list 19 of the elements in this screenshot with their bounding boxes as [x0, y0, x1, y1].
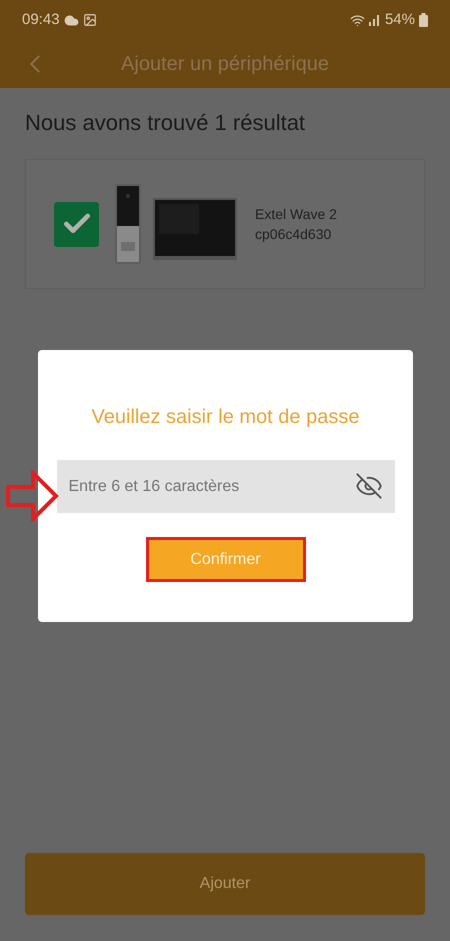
header-title: Ajouter un périphérique [120, 52, 330, 77]
result-title: Nous avons trouvé 1 résultat [25, 109, 306, 137]
device-id: cp06c4d630 [255, 225, 332, 244]
add-button[interactable]: Ajouter [25, 853, 425, 915]
device-name: Extel Wave 2 [255, 205, 337, 224]
status-time: 09:43 [22, 10, 60, 30]
battery-icon [419, 13, 428, 27]
wifi-icon [350, 12, 365, 28]
dialog-title: Veuillez saisir le mot de passe [92, 405, 360, 430]
password-field[interactable]: Entre 6 et 16 caractères [56, 460, 394, 513]
image-icon [82, 13, 97, 27]
battery-level: 54% [384, 10, 415, 30]
signal-icon [368, 14, 381, 26]
arrow-icon [5, 470, 59, 522]
confirm-button[interactable]: Confirmer [146, 537, 306, 582]
hide-password-icon[interactable] [354, 472, 382, 500]
cloud-icon [64, 12, 79, 28]
device-card[interactable]: Extel Wave 2 cp06c4d630 [25, 159, 425, 289]
checkbox[interactable] [54, 202, 99, 246]
